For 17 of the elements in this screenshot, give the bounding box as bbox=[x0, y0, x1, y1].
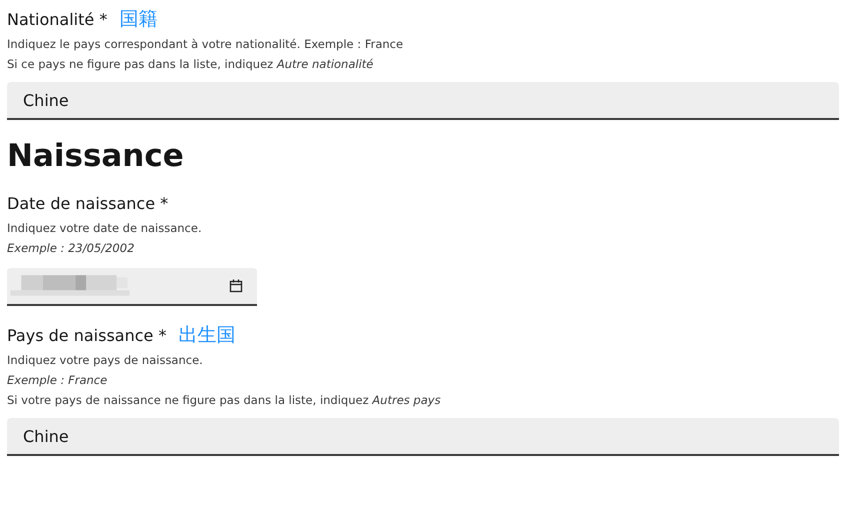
hint-text: Indiquez le pays correspondant à votre nationalité. Exemple : France bbox=[7, 36, 404, 53]
date-field[interactable] bbox=[7, 268, 257, 306]
field-label: Date de naissance * bbox=[7, 194, 168, 212]
annotation-text: 出生国 bbox=[178, 323, 236, 348]
field-label: Pays de naissance * bbox=[7, 326, 166, 344]
annotation-text: 国籍 bbox=[119, 7, 158, 32]
select-field[interactable]: Chine bbox=[7, 418, 839, 456]
hint-text: Indiquez votre pays de naissance. bbox=[7, 352, 204, 369]
hint-text: Exemple : France bbox=[7, 372, 108, 389]
hint-text: Exemple : 23/05/2002 bbox=[7, 240, 136, 257]
field-label: Nationalité * bbox=[7, 10, 108, 28]
hint-text: Si votre pays de naissance ne figure pas dans la liste, indiquez Autres pays bbox=[7, 392, 442, 409]
calendar-icon[interactable] bbox=[229, 279, 243, 293]
select-field[interactable]: Chine bbox=[7, 82, 839, 120]
section-heading: Naissance bbox=[7, 138, 185, 174]
hint-text: Si ce pays ne figure pas dans la liste, indiquez Autre nationalité bbox=[7, 56, 374, 73]
hint-text: Indiquez votre date de naissance. bbox=[7, 220, 203, 237]
